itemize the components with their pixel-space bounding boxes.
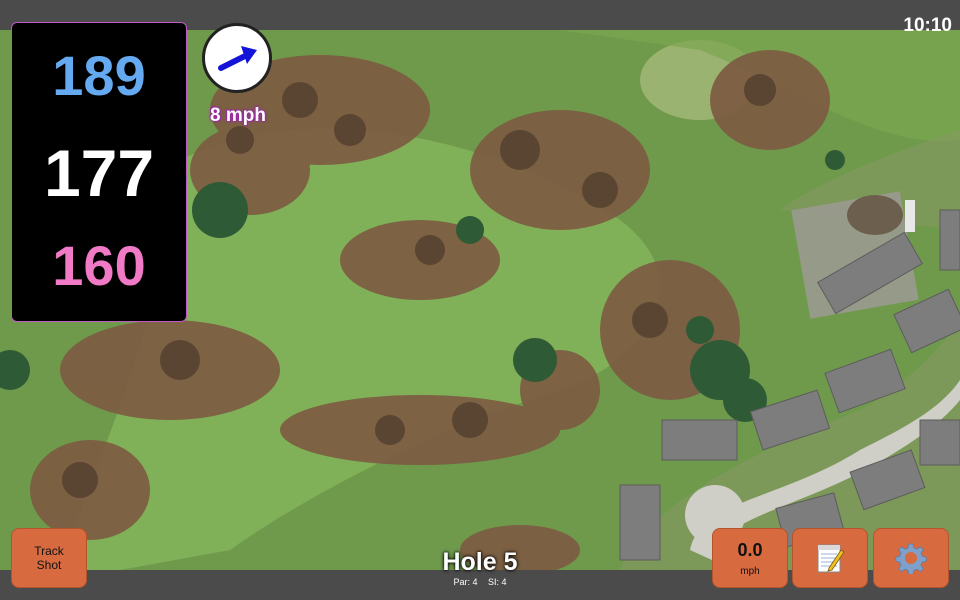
speed-button[interactable]: 0.0 mph xyxy=(712,528,788,588)
back-distance: 189 xyxy=(52,44,146,107)
speed-value: 0.0 xyxy=(737,540,763,560)
hole-info: Par: 4 SI: 4 xyxy=(380,577,580,587)
gear-icon xyxy=(895,543,927,574)
wind-speed-label: 8 mph xyxy=(210,105,266,126)
par-label: Par: 4 xyxy=(453,577,478,587)
notepad-icon xyxy=(817,544,845,573)
wind-direction-arrow-icon xyxy=(218,46,257,71)
hole-title: Hole 5 xyxy=(442,548,518,576)
distance-panel: 189 177 160 xyxy=(11,22,187,322)
settings-button[interactable] xyxy=(873,528,949,588)
middle-distance: 177 xyxy=(43,136,155,210)
stroke-index-label: SI: 4 xyxy=(488,577,507,587)
front-distance: 160 xyxy=(52,234,146,297)
status-clock: 10:10 xyxy=(903,15,952,36)
track-shot-label-line2: Shot xyxy=(36,558,62,572)
speed-unit: mph xyxy=(740,566,760,577)
wind-indicator xyxy=(202,23,272,93)
notes-button[interactable] xyxy=(792,528,868,588)
track-shot-label-line1: Track xyxy=(34,544,64,558)
track-shot-button[interactable]: Track Shot xyxy=(11,528,87,588)
